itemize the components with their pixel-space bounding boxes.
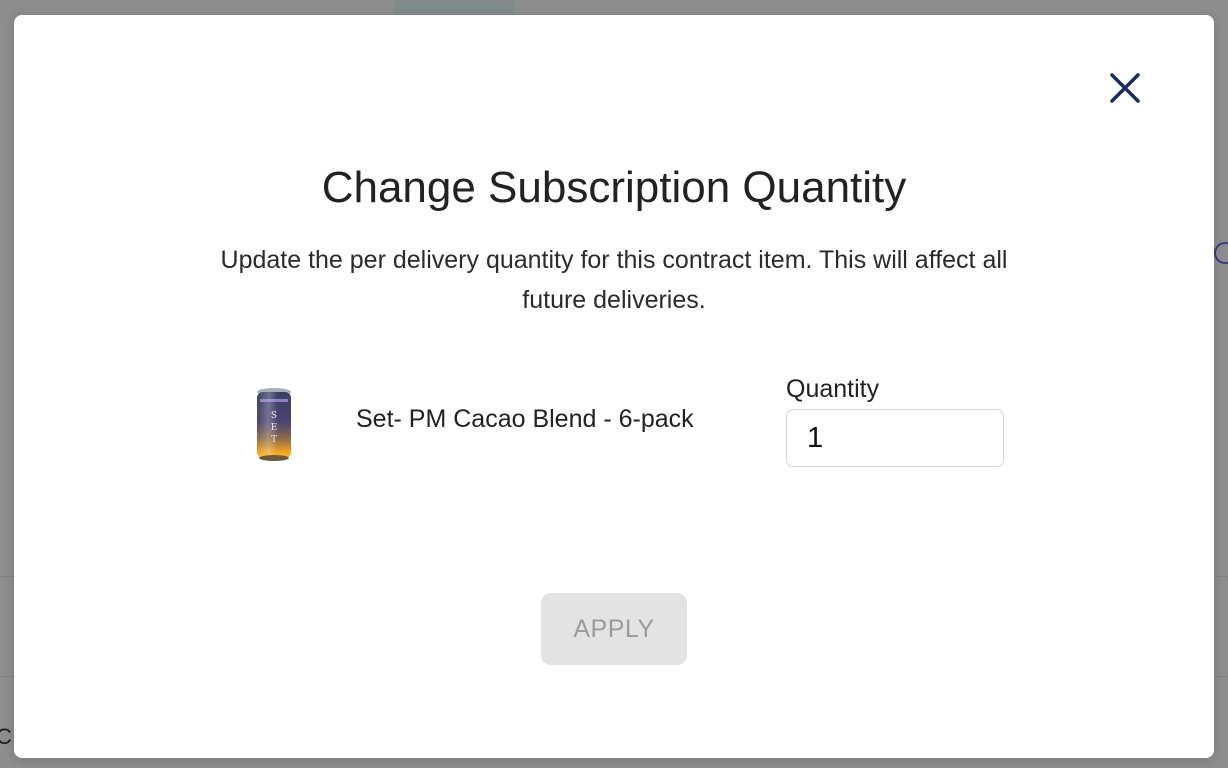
background-circle-icon — [1214, 242, 1228, 264]
quantity-label: Quantity — [786, 375, 880, 403]
close-icon — [1110, 73, 1140, 103]
quantity-input[interactable] — [786, 409, 1004, 467]
apply-button[interactable]: APPLY — [541, 593, 687, 665]
change-quantity-modal: Change Subscription Quantity Update the … — [14, 15, 1214, 758]
modal-description: Update the per delivery quantity for thi… — [220, 246, 1008, 314]
background-tab — [395, 0, 515, 16]
modal-title: Change Subscription Quantity — [321, 163, 907, 212]
product-name: Set- PM Cacao Blend - 6-pack — [356, 405, 694, 433]
background-partial-text: C — [0, 724, 12, 749]
can-letter: S — [271, 411, 277, 421]
can-letter: E — [271, 423, 278, 433]
close-button[interactable] — [1108, 71, 1142, 105]
contract-item-row: S E T Set- PM Cacao Blend - 6-pack Quant… — [14, 375, 1214, 485]
product-thumbnail: S E T — [257, 388, 291, 461]
can-letter: T — [271, 435, 277, 445]
